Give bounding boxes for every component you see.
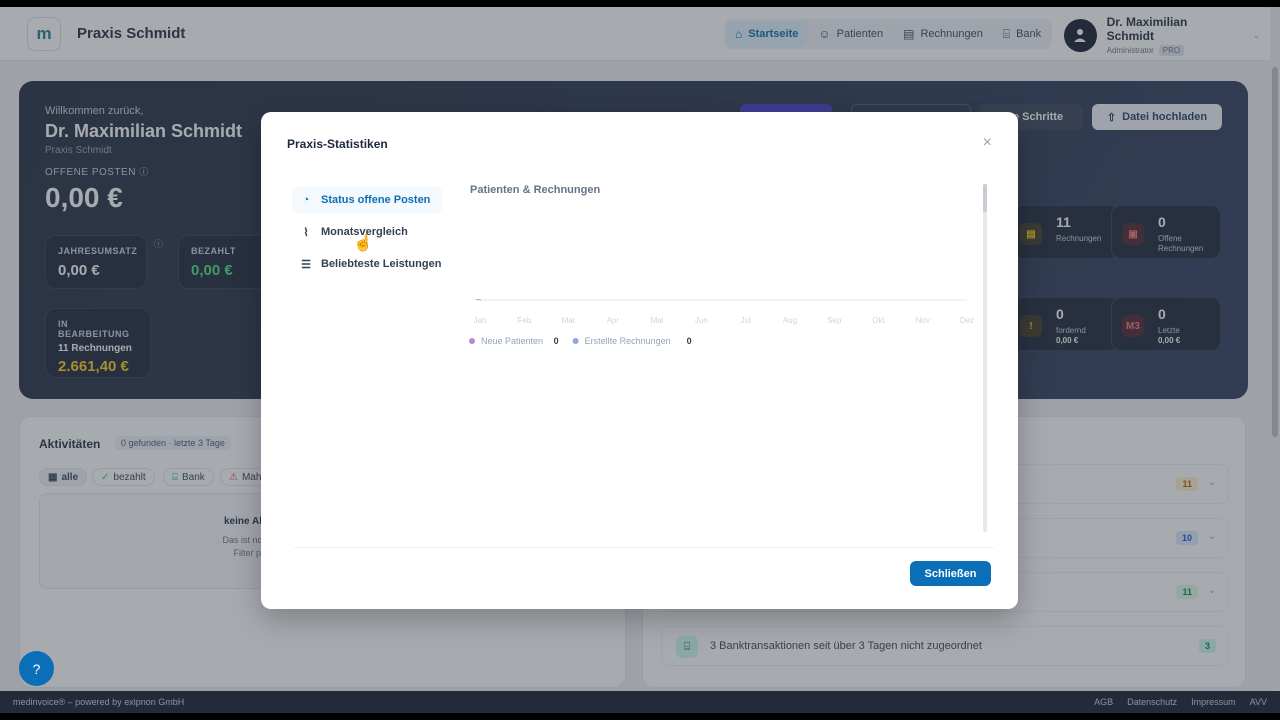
legend-total: 0 (554, 336, 559, 346)
x-tick-label: Feb (517, 316, 531, 325)
list-ranking-icon: ☰ (301, 258, 311, 271)
modal-title: Praxis-Statistiken (287, 137, 388, 151)
legend-marker (572, 338, 579, 344)
app-screen: m Praxis Schmidt ⌂ Startseite ☺ Patiente… (0, 7, 1280, 713)
line-chart: – Jan Feb Mar Apr Mai Jun Jul Aug Sep Okt Nov Dez Neu… (469, 294, 974, 346)
legend-label: Erstellte Rechnungen (585, 336, 671, 346)
tab-status-offene-posten[interactable]: ◔ Status offene Posten (292, 187, 442, 213)
legend-marker (469, 338, 475, 344)
close-icon[interactable]: × (983, 134, 992, 152)
modal-scrollbar[interactable] (983, 184, 987, 532)
chart-title: Patienten & Rechnungen (470, 184, 601, 196)
x-tick-label: Okt (872, 316, 885, 325)
hand-cursor-icon: ☝ (353, 235, 373, 252)
x-tick-label: Jun (695, 316, 708, 325)
pie-chart-icon: ◔ (302, 194, 310, 206)
x-tick-label: Sep (827, 316, 842, 325)
tab-label: Status offene Posten (321, 194, 431, 206)
modal-divider (294, 547, 994, 548)
tab-beliebteste-leistungen[interactable]: ☰ Beliebteste Leistungen (292, 251, 452, 277)
x-tick-label: Jan (474, 316, 487, 325)
help-button[interactable]: ? (19, 651, 54, 686)
y-tick-label: – (476, 294, 481, 304)
x-tick-label: Mar (562, 316, 576, 325)
statistics-modal: Praxis-Statistiken × ◔ Status offene Pos… (261, 112, 1018, 609)
schliessen-button[interactable]: Schließen (910, 561, 991, 586)
trend-line-icon: ⌇ (303, 226, 309, 239)
modal-scroll-thumb[interactable] (983, 184, 987, 212)
x-tick-label: Mai (651, 316, 664, 325)
x-tick-label: Dez (960, 316, 974, 325)
legend-label: Neue Patienten (481, 336, 543, 346)
tab-label: Beliebteste Leistungen (321, 258, 442, 270)
legend-total: 0 (687, 336, 692, 346)
x-tick-label: Jul (741, 316, 751, 325)
x-tick-label: Nov (916, 316, 930, 325)
x-tick-label: Apr (607, 316, 620, 325)
x-tick-label: Aug (783, 316, 797, 325)
chart-area: – Jan Feb Mar Apr Mai Jun Jul Aug Sep Okt Nov Dez Neu… (452, 182, 987, 534)
